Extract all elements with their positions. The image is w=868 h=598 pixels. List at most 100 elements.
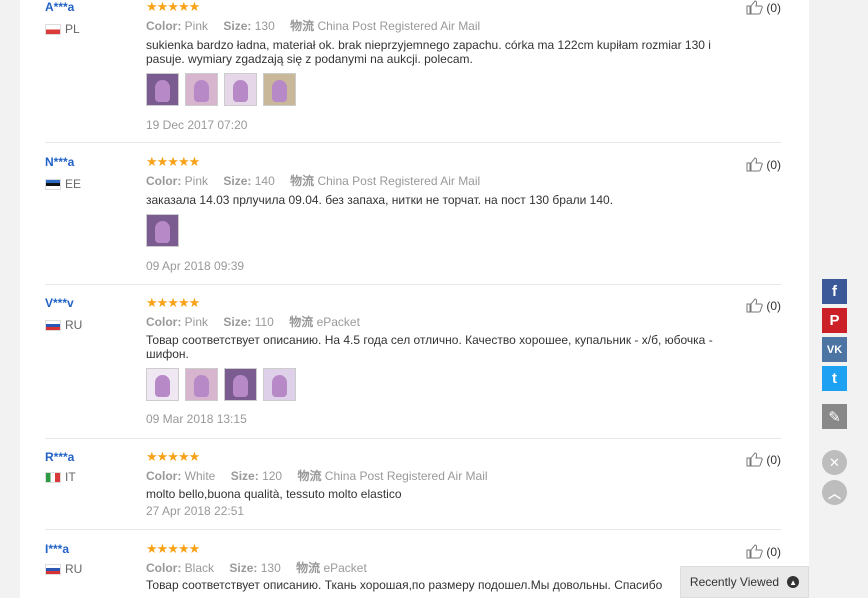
russia-flag-icon: [45, 319, 61, 331]
chevron-up-icon: ︿: [827, 486, 841, 501]
pinterest-icon: P: [829, 312, 840, 329]
review-photos: [146, 368, 296, 401]
thumbs-up-icon: [746, 157, 764, 172]
recently-viewed-label: Recently Viewed: [689, 575, 780, 589]
italy-flag-icon: [45, 471, 61, 483]
review-photo[interactable]: [146, 214, 179, 247]
review-photo[interactable]: [146, 73, 179, 106]
review-text: Товар соответствует описанию. На 4.5 год…: [146, 333, 713, 361]
shipping-value: China Post Registered Air Mail: [324, 469, 488, 483]
helpful-count: (0): [766, 298, 781, 313]
russia-flag-icon: [45, 563, 61, 575]
helpful-button[interactable]: (0): [746, 452, 781, 467]
country-code: IT: [65, 470, 76, 484]
review-photo[interactable]: [224, 73, 257, 106]
twitter-icon: t: [832, 370, 837, 387]
thumbs-up-icon: [746, 298, 764, 313]
review-date: 19 Dec 2017 07:20: [146, 118, 248, 132]
size-value: 120: [262, 469, 283, 483]
pinterest-share-button[interactable]: P: [822, 308, 847, 333]
helpful-count: (0): [766, 452, 781, 467]
country-code: EE: [65, 177, 82, 191]
close-icon: ✕: [829, 454, 840, 470]
thumbs-up-icon: [746, 0, 764, 15]
thumbs-up-icon: [746, 452, 764, 467]
helpful-button[interactable]: (0): [746, 157, 781, 172]
twitter-share-button[interactable]: t: [822, 366, 847, 391]
back-to-top-button[interactable]: ︿: [822, 480, 847, 505]
reviewer-name[interactable]: V***v: [45, 296, 74, 310]
review-item: R***a IT ★★★★★ Color: White Size: 120 物流…: [45, 450, 781, 530]
edit-button[interactable]: ✎: [822, 404, 847, 429]
helpful-count: (0): [766, 544, 781, 559]
reviewer-country: RU: [45, 562, 82, 576]
size-value: 130: [254, 19, 275, 33]
review-photos: [146, 73, 296, 106]
size-value: 130: [260, 561, 281, 575]
review-item: I***a RU ★★★★★ Color: Black Size: 130 物流…: [45, 542, 781, 598]
review-photo[interactable]: [263, 73, 296, 106]
reviews-panel: A***a PL ★★★★★ Color: Pink Size: 130 物流 …: [20, 0, 809, 598]
review-item: N***a EE ★★★★★ Color: Pink Size: 140 物流 …: [45, 155, 781, 285]
helpful-count: (0): [766, 0, 781, 15]
review-item: V***v RU ★★★★★ Color: Pink Size: 110 物流 …: [45, 296, 781, 439]
helpful-button[interactable]: (0): [746, 544, 781, 559]
estonia-flag-icon: [45, 178, 61, 190]
color-value: Black: [184, 561, 215, 575]
review-date: 27 Apr 2018 22:51: [146, 504, 245, 518]
review-text: molto bello,buona qualità, tessuto molto…: [146, 487, 402, 501]
chevron-up-icon: ▲: [787, 576, 800, 588]
review-date: 09 Mar 2018 13:15: [146, 412, 247, 426]
shipping-value: ePacket: [323, 561, 367, 575]
reviewer-country: IT: [45, 470, 76, 484]
review-attributes: Color: Black Size: 130 物流 ePacket: [146, 561, 367, 575]
poland-flag-icon: [45, 23, 61, 35]
review-photo[interactable]: [185, 368, 218, 401]
helpful-button[interactable]: (0): [746, 298, 781, 313]
shipping-value: China Post Registered Air Mail: [317, 174, 481, 188]
country-code: RU: [65, 562, 83, 576]
rating-stars: ★★★★★: [146, 0, 200, 14]
review-attributes: Color: White Size: 120 物流 China Post Reg…: [146, 469, 488, 483]
helpful-count: (0): [766, 157, 781, 172]
review-photo[interactable]: [185, 73, 218, 106]
shipping-value: ePacket: [316, 315, 360, 329]
rating-stars: ★★★★★: [146, 154, 200, 169]
country-code: RU: [65, 318, 83, 332]
vk-icon: VK: [826, 343, 843, 356]
review-photo[interactable]: [146, 368, 179, 401]
review-attributes: Color: Pink Size: 130 物流 China Post Regi…: [146, 19, 481, 33]
facebook-icon: f: [832, 283, 837, 300]
review-photos: [146, 214, 179, 247]
review-text: заказала 14.03 прлучила 09.04. без запах…: [146, 193, 614, 207]
rating-stars: ★★★★★: [146, 449, 200, 464]
pencil-icon: ✎: [828, 408, 841, 426]
country-code: PL: [65, 22, 80, 36]
color-value: Pink: [184, 315, 209, 329]
review-attributes: Color: Pink Size: 110 物流 ePacket: [146, 315, 360, 329]
reviewer-name[interactable]: I***a: [45, 542, 69, 556]
review-photo[interactable]: [224, 368, 257, 401]
rating-stars: ★★★★★: [146, 541, 200, 556]
reviewer-name[interactable]: A***a: [45, 0, 74, 14]
rating-stars: ★★★★★: [146, 295, 200, 310]
color-value: White: [184, 469, 216, 483]
review-item: A***a PL ★★★★★ Color: Pink Size: 130 物流 …: [45, 0, 781, 143]
review-text: sukienka bardzo ładna, materiał ok. brak…: [146, 38, 711, 66]
reviewer-country: RU: [45, 318, 82, 332]
shipping-value: China Post Registered Air Mail: [317, 19, 481, 33]
review-date: 09 Apr 2018 09:39: [146, 259, 245, 273]
close-button[interactable]: ✕: [822, 450, 847, 475]
review-attributes: Color: Pink Size: 140 物流 China Post Regi…: [146, 174, 481, 188]
recently-viewed-toggle[interactable]: Recently Viewed ▲: [680, 566, 809, 598]
review-photo[interactable]: [263, 368, 296, 401]
color-value: Pink: [184, 19, 209, 33]
vk-share-button[interactable]: VK: [822, 337, 847, 362]
reviewer-name[interactable]: R***a: [45, 450, 74, 464]
helpful-button[interactable]: (0): [746, 0, 781, 15]
reviewer-name[interactable]: N***a: [45, 155, 74, 169]
facebook-share-button[interactable]: f: [822, 279, 847, 304]
size-value: 140: [254, 174, 275, 188]
color-value: Pink: [184, 174, 209, 188]
size-value: 110: [254, 315, 274, 329]
